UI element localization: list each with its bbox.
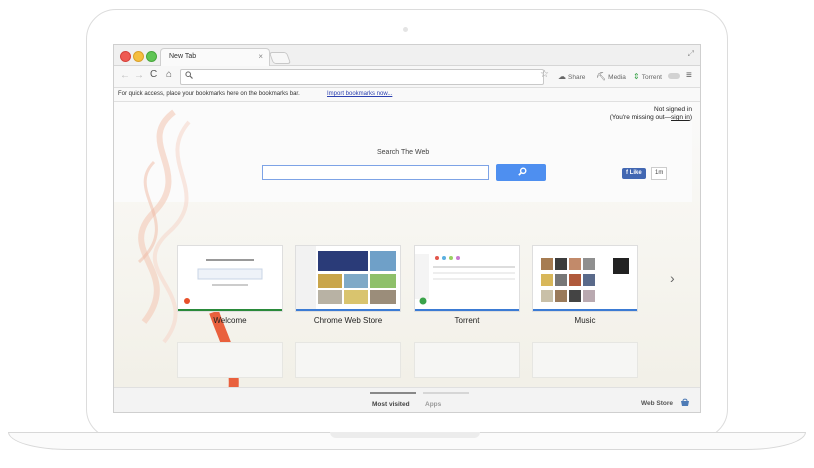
new-tab-button[interactable]: [268, 52, 292, 64]
browser-window: New Tab × ⤢ ← → C ⌂ ☆ ☁ Share ⛏ Media ⇕ Tor…: [113, 44, 701, 413]
tile-accent-bar: [178, 309, 282, 311]
tile-music[interactable]: [532, 245, 638, 312]
home-icon[interactable]: ⌂: [166, 69, 172, 80]
media-extension-button[interactable]: ⛏ Media: [596, 72, 626, 81]
torrent-thumbnail: [415, 246, 519, 309]
ntp-footer: Most visited Apps Web Store: [114, 387, 700, 412]
restore-icon[interactable]: ⤢: [688, 49, 694, 59]
signin-prompt-prefix: (You're missing out—: [609, 114, 672, 121]
tile-label-torrent[interactable]: Torrent: [414, 316, 520, 325]
facebook-like-count: 1m: [651, 167, 668, 180]
reload-icon[interactable]: C: [150, 69, 157, 80]
tile-empty: [532, 342, 638, 378]
signin-status: Not signed in: [654, 106, 692, 113]
sign-in-link[interactable]: sign in: [671, 114, 690, 121]
search-label: Search The Web: [377, 149, 430, 156]
menu-icon[interactable]: ≡: [686, 70, 692, 81]
most-visited-indicator: [370, 392, 416, 394]
torrent-toggle[interactable]: [668, 73, 680, 79]
laptop-notch: [330, 432, 480, 438]
share-label: Share: [568, 74, 586, 81]
tab-title: New Tab: [169, 53, 197, 60]
tile-empty: [414, 342, 520, 378]
import-bookmarks-link[interactable]: Import bookmarks now...: [327, 91, 392, 97]
close-icon[interactable]: ×: [258, 52, 263, 61]
signin-prompt-suffix: ): [689, 114, 692, 121]
toolbar: ← → C ⌂ ☆ ☁ Share ⛏ Media ⇕ Torrent ≡: [114, 66, 700, 88]
web-store-thumbnail: [296, 246, 400, 309]
torrent-label: Torrent: [641, 74, 662, 81]
tile-label-welcome[interactable]: Welcome: [177, 316, 283, 325]
minimize-window-button[interactable]: [133, 51, 144, 62]
cloud-icon: ☁: [558, 72, 566, 81]
close-window-button[interactable]: [120, 51, 131, 62]
back-icon[interactable]: ←: [120, 70, 130, 81]
forward-icon[interactable]: →: [134, 70, 144, 81]
omnibox[interactable]: [180, 69, 544, 85]
tile-label-chrome-web-store[interactable]: Chrome Web Store: [295, 316, 401, 325]
tile-torrent[interactable]: [414, 245, 520, 312]
web-store-link[interactable]: Web Store: [641, 400, 673, 407]
search-button[interactable]: [496, 164, 546, 181]
new-tab-page: Not signed in (You're missing out—sign i…: [114, 102, 700, 412]
bookmarks-bar: For quick access, place your bookmarks h…: [114, 88, 700, 102]
apps-tab[interactable]: Apps: [425, 401, 441, 408]
zoom-window-button[interactable]: [146, 51, 157, 62]
tile-empty: [177, 342, 283, 378]
tab-strip: New Tab × ⤢: [114, 45, 700, 66]
tile-label-music[interactable]: Music: [532, 316, 638, 325]
bookmark-star-icon[interactable]: ☆: [540, 69, 549, 80]
media-icon: ⛏: [596, 72, 607, 81]
web-store-icon[interactable]: [680, 397, 690, 409]
tile-accent-bar: [296, 309, 400, 311]
tile-welcome[interactable]: [177, 245, 283, 312]
share-extension-button[interactable]: ☁ Share: [558, 72, 585, 81]
most-visited-tab[interactable]: Most visited: [372, 401, 410, 408]
welcome-thumbnail: [178, 246, 282, 309]
tab-new-tab[interactable]: New Tab ×: [160, 48, 270, 66]
tile-accent-bar: [415, 309, 519, 311]
torrent-icon: ⇕: [633, 72, 640, 81]
tile-empty: [295, 342, 401, 378]
next-page-arrow-icon[interactable]: ›: [670, 270, 675, 286]
tile-accent-bar: [533, 309, 637, 311]
search-input[interactable]: [262, 165, 489, 180]
search-icon: [185, 71, 193, 81]
media-label: Media: [608, 74, 626, 81]
camera: [403, 27, 408, 32]
signin-prompt: (You're missing out—sign in): [610, 114, 692, 121]
tile-chrome-web-store[interactable]: [295, 245, 401, 312]
torrent-extension-button[interactable]: ⇕ Torrent: [633, 72, 662, 81]
music-thumbnail: [533, 246, 637, 309]
facebook-like-button[interactable]: f Like: [622, 168, 646, 179]
bookmarks-hint: For quick access, place your bookmarks h…: [118, 91, 300, 97]
apps-indicator: [423, 392, 469, 394]
magnifier-icon: [518, 167, 527, 178]
